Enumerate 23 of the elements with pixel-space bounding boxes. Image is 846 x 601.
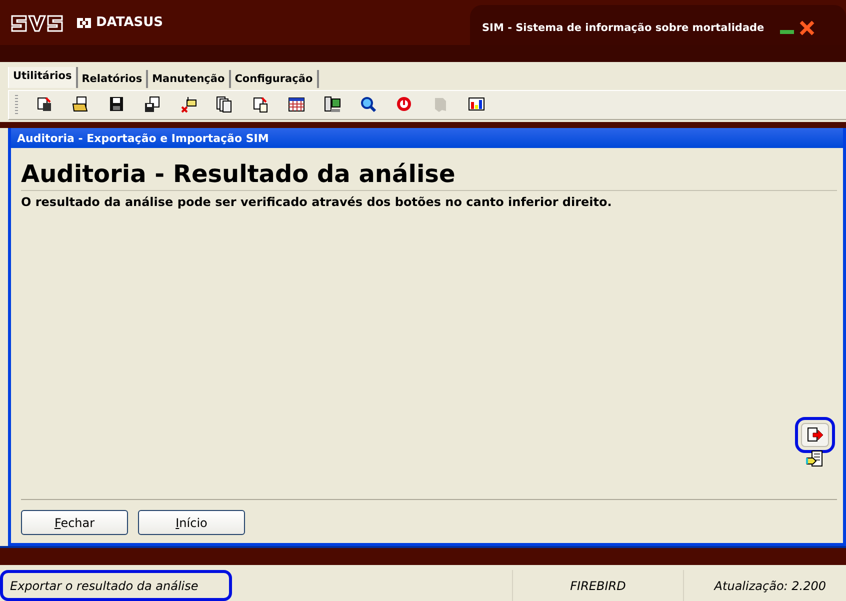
app-title: SIM - Sistema de informação sobre mortalidade (482, 22, 764, 34)
export-icon (806, 426, 824, 444)
tab[interactable]: Utilitários (8, 67, 78, 88)
toolbar-icon[interactable] (143, 96, 162, 114)
minimize-button[interactable] (780, 30, 794, 34)
toolbar-icon[interactable] (215, 96, 234, 114)
message: O resultado da análise pode ser verificado através dos botões no canto inferior direito. (21, 195, 613, 209)
import-icon (806, 450, 824, 468)
toolbar-icon[interactable] (287, 96, 306, 114)
status-text: FIREBIRD (569, 578, 627, 594)
dialog-title: Auditoria - Exportação e Importação SIM (11, 128, 843, 148)
status-text: Exportar o resultado da análise (0, 570, 232, 601)
toolbar-icon[interactable] (323, 96, 342, 114)
dialog-button[interactable]: Início (138, 510, 245, 535)
logo-text: DATASUS (96, 15, 164, 30)
toolbar-icon[interactable] (359, 96, 378, 114)
close-button[interactable] (798, 18, 816, 36)
dialog-button[interactable]: Fechar (21, 510, 128, 535)
status-text: Atualização: 2.200 (712, 578, 827, 594)
heading: Auditoria - Resultado da análise (21, 160, 837, 191)
toolbar-icon[interactable] (179, 96, 198, 114)
toolbar-icon[interactable] (251, 96, 270, 114)
toolbar-icon[interactable] (71, 96, 90, 114)
